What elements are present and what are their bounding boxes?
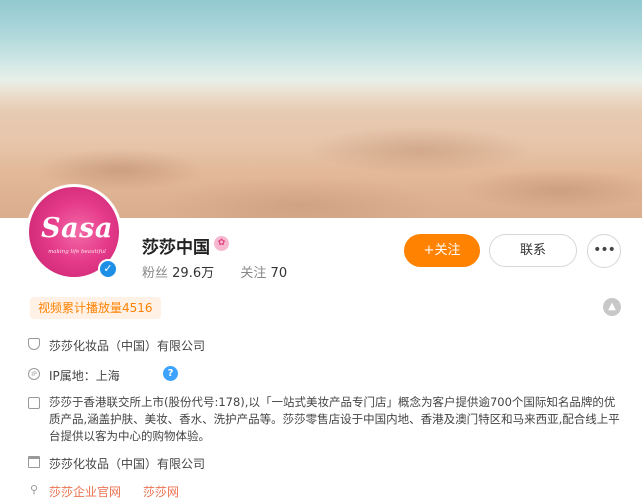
store-icon	[28, 456, 40, 468]
official-site-link[interactable]: 莎莎企业官网	[49, 483, 121, 500]
profile-banner	[0, 0, 642, 218]
member-badge-icon[interactable]: ✿	[214, 236, 229, 251]
shield-icon	[28, 338, 40, 350]
followers-label: 粉丝	[142, 266, 169, 281]
avatar-tagline: making life beautiful	[48, 249, 106, 255]
verified-check-icon: ✓	[98, 259, 118, 279]
ip-location-text: IP属地：上海	[49, 369, 120, 383]
avatar-logo-text: Sasa	[41, 213, 113, 244]
sasa-shop-link[interactable]: 莎莎网	[143, 483, 179, 500]
following-label: 关注	[240, 266, 267, 281]
contact-button[interactable]: 联系	[489, 234, 577, 267]
follow-button[interactable]: +关注	[404, 234, 480, 267]
store-name: 莎莎化妆品（中国）有限公司	[49, 457, 206, 471]
collapse-chevron-up-icon[interactable]: ▲	[603, 298, 621, 316]
help-question-icon[interactable]: ?	[163, 366, 178, 381]
company-name: 莎莎化妆品（中国）有限公司	[49, 339, 206, 353]
avatar-corner-decoration	[94, 187, 119, 212]
video-views-badge: 视频累计播放量4516	[30, 297, 161, 319]
profile-stats: 粉丝 29.6万 关注 70	[142, 262, 287, 281]
profile-description: 莎莎于香港联交所上市(股份代号:178),以「一站式美妆产品专门店」概念为客户提…	[49, 395, 620, 443]
profile-name: 莎莎中国	[142, 238, 210, 258]
more-options-button[interactable]: •••	[587, 234, 621, 268]
document-icon	[28, 397, 40, 409]
link-icon: ⚲	[29, 483, 39, 496]
banner-sky	[0, 0, 642, 90]
following-count[interactable]: 70	[271, 266, 288, 281]
ip-location-icon: IP	[28, 368, 40, 380]
followers-count[interactable]: 29.6万	[172, 266, 214, 281]
